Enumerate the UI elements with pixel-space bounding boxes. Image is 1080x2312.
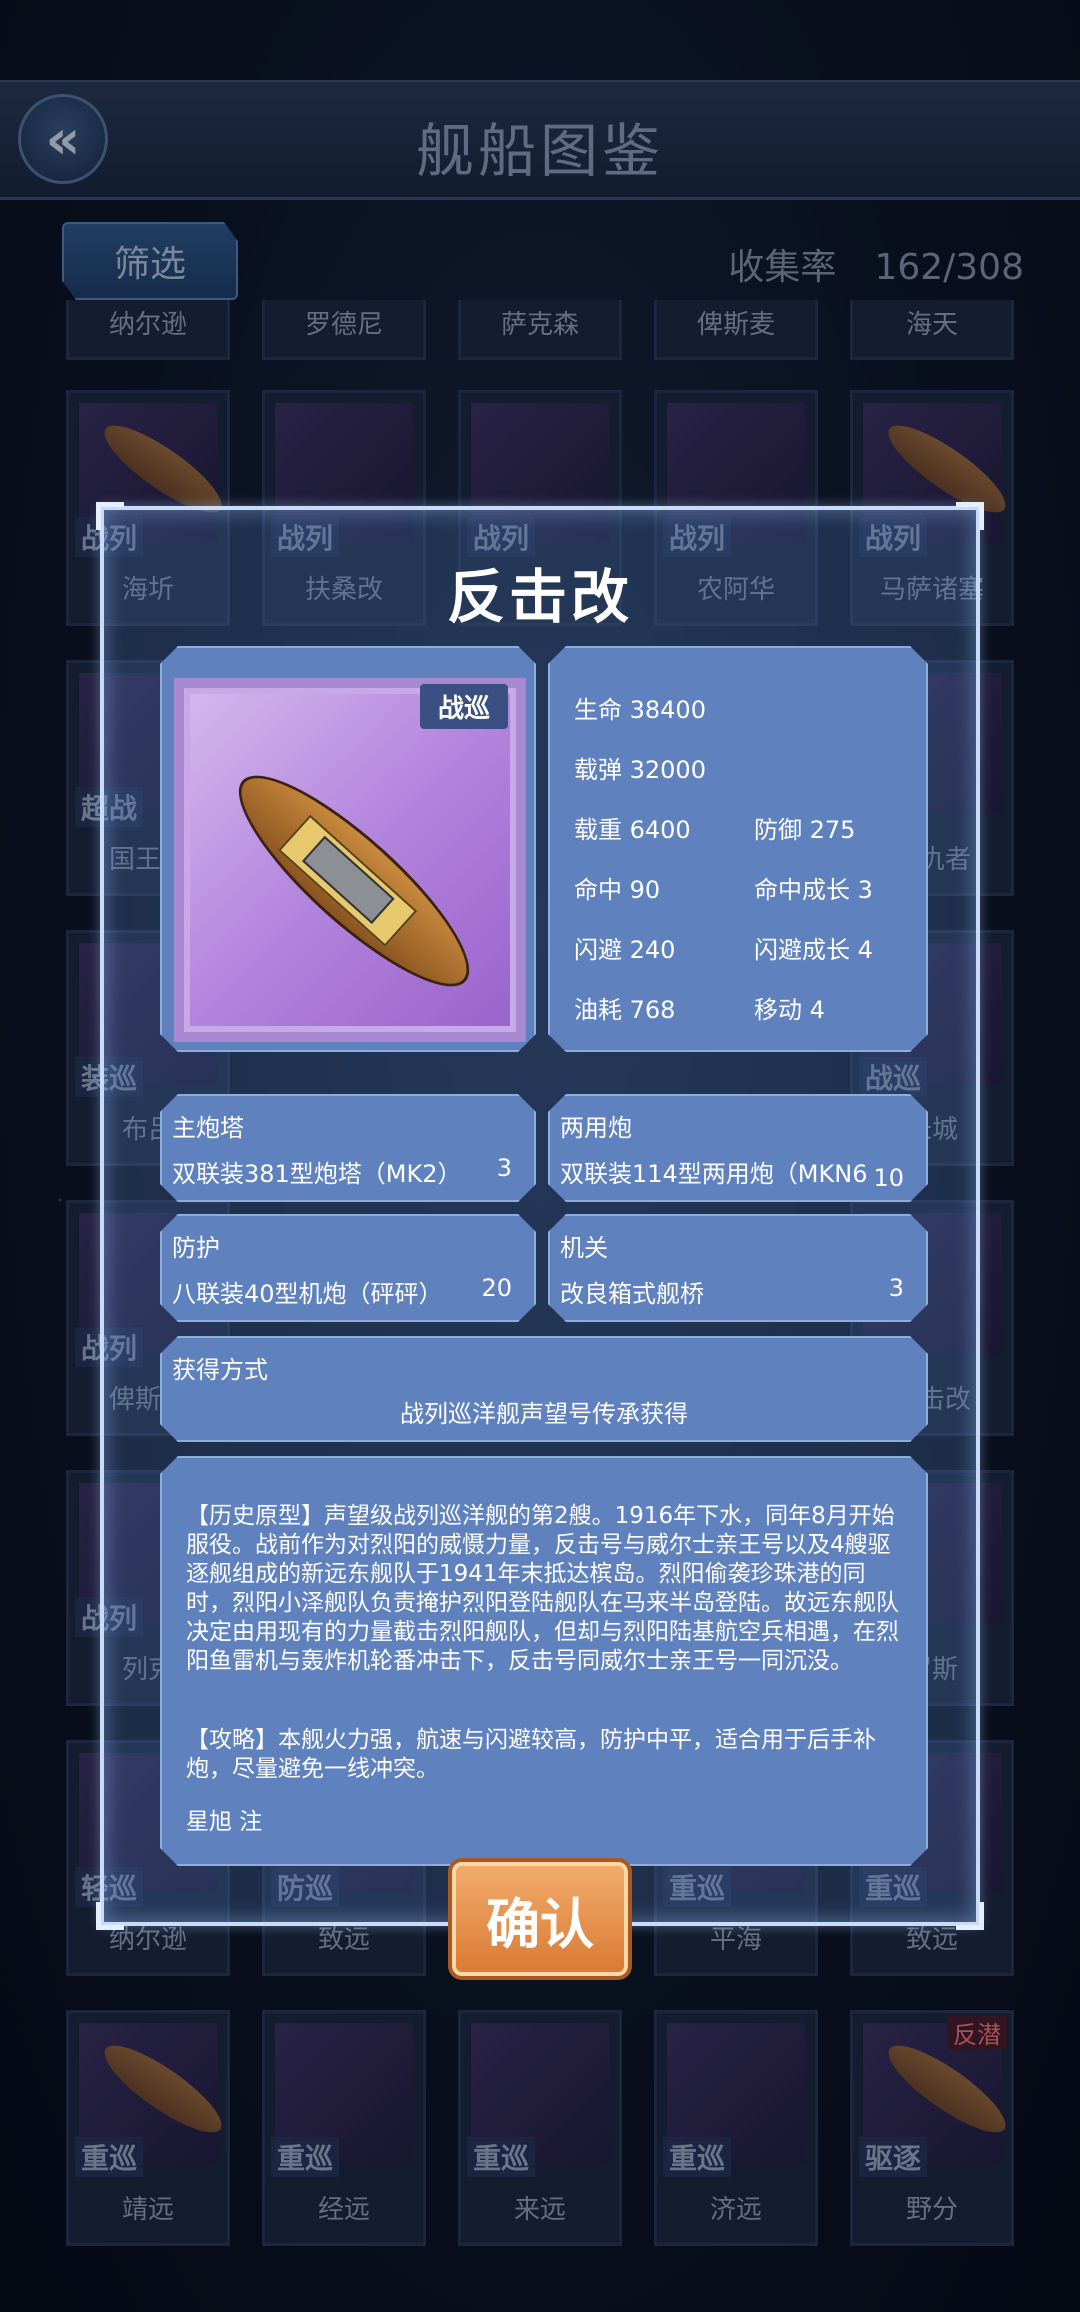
ship-detail-modal: 反击改 战巡 生命 38400 载弹 32000 载重 6400 防御 275 …: [96, 502, 984, 1930]
corner-ornament: [96, 502, 124, 530]
slot-label: 机关: [560, 1234, 608, 1262]
stat-defense: 防御 275: [754, 816, 856, 844]
slot-label: 主炮塔: [172, 1114, 244, 1142]
corner-ornament: [956, 1902, 984, 1930]
slot-item: 双联装114型两用炮（MKN6: [560, 1160, 868, 1188]
stat-hp: 生命 38400: [574, 696, 706, 724]
author-note: 星旭 注: [186, 1809, 263, 1835]
slot-item: 双联装381型炮塔（MK2）: [172, 1160, 462, 1188]
stat-ammo: 载弹 32000: [574, 756, 706, 784]
stat-evasion: 闪避 240: [574, 936, 676, 964]
strategy-text: 【攻略】本舰火力强，航速与闪避较高，防护中平，适合用于后手补炮，尽量避免一线冲突…: [186, 1727, 876, 1782]
slot-label: 两用炮: [560, 1114, 632, 1142]
slot-count: 10: [873, 1164, 904, 1192]
slot-main-gun: 主炮塔 双联装381型炮塔（MK2） 3: [160, 1094, 536, 1202]
slot-label: 防护: [172, 1234, 220, 1262]
stat-accuracy: 命中 90: [574, 876, 661, 904]
ship-portrait: [174, 678, 526, 1042]
ship-type-badge: 战巡: [420, 684, 508, 729]
ship-portrait-panel: 战巡: [160, 646, 536, 1052]
slot-count: 3: [496, 1154, 512, 1182]
ship-stats-panel: 生命 38400 载弹 32000 载重 6400 防御 275 命中 90 命…: [548, 646, 928, 1052]
stat-move: 移动 4: [754, 996, 825, 1024]
slot-item: 八联装40型机炮（砰砰）: [172, 1280, 443, 1308]
description-panel: 【历史原型】声望级战列巡洋舰的第2艘。1916年下水，同年8月开始服役。战前作为…: [160, 1456, 928, 1866]
stat-fuel: 油耗 768: [574, 996, 676, 1024]
corner-ornament: [956, 502, 984, 530]
slot-count: 3: [888, 1274, 904, 1302]
corner-ornament: [96, 1902, 124, 1930]
slot-count: 20: [481, 1274, 512, 1302]
stat-accuracy-growth: 命中成长 3: [754, 876, 873, 904]
obtain-method-panel: 获得方式 战列巡洋舰声望号传承获得: [160, 1336, 928, 1442]
obtain-text: 战列巡洋舰声望号传承获得: [400, 1400, 688, 1428]
obtain-label: 获得方式: [172, 1356, 268, 1384]
ship-name-title: 反击改: [446, 563, 633, 631]
stat-evasion-growth: 闪避成长 4: [754, 936, 873, 964]
slot-dual-gun: 两用炮 双联装114型两用炮（MKN6 10: [548, 1094, 928, 1202]
battlecruiser-sprite: [214, 749, 494, 1014]
history-text: 【历史原型】声望级战列巡洋舰的第2艘。1916年下水，同年8月开始服役。战前作为…: [186, 1503, 899, 1674]
slot-item: 改良箱式舰桥: [560, 1280, 704, 1308]
slot-protection: 防护 八联装40型机炮（砰砰） 20: [160, 1214, 536, 1322]
confirm-button[interactable]: 确认: [452, 1862, 628, 1976]
slot-engine: 机关 改良箱式舰桥 3: [548, 1214, 928, 1322]
stat-load: 载重 6400: [574, 816, 691, 844]
